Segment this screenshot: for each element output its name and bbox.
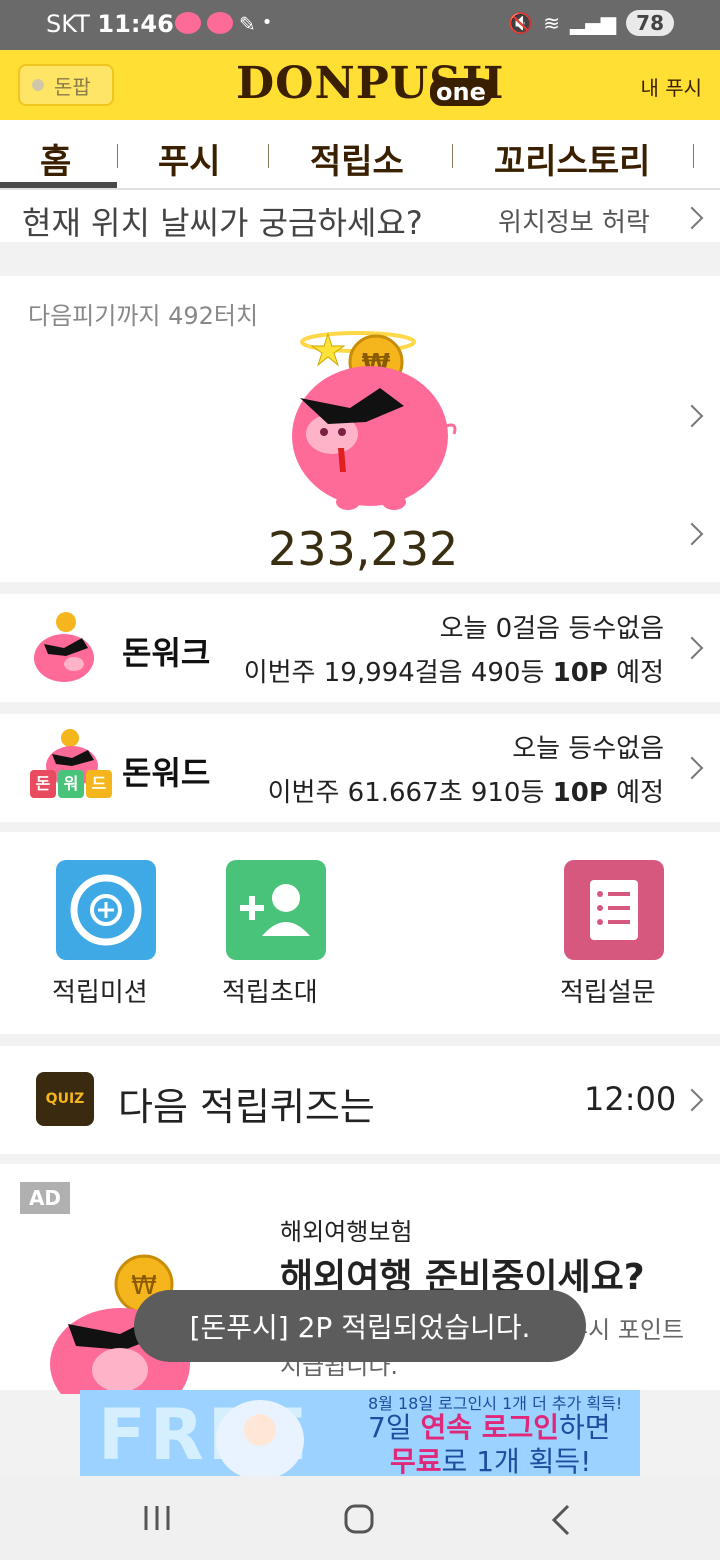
donpan-dot-icon <box>32 79 44 91</box>
tab-story[interactable]: 꼬리스토리 <box>494 134 650 183</box>
ad-badge: AD <box>20 1182 70 1214</box>
quiz-row[interactable]: QUIZ 다음 적립퀴즈는 12:00 <box>0 1046 720 1154</box>
banner-character-image <box>216 1400 304 1476</box>
next-piggy-text: 다음피기까지 492터치 <box>28 302 259 330</box>
app-header: 돈팝 DONPUSH one 내 푸시 <box>0 50 720 120</box>
donword-title: 돈워드 <box>122 754 211 792</box>
badge-deu: 드 <box>86 770 112 798</box>
mission-label: 적립미션 <box>52 978 148 1008</box>
list-icon <box>590 880 638 940</box>
my-push-button[interactable]: 내 푸시 <box>640 72 702 101</box>
location-permission-link[interactable]: 위치정보 허락 <box>498 202 650 239</box>
point-balance: 233,232 <box>268 522 459 576</box>
chevron-right-icon[interactable] <box>680 522 704 546</box>
promo-banner[interactable]: FREE 8월 18일 로그인시 1개 더 추가 획득! 7일 연속 로그인하면… <box>80 1390 640 1476</box>
donword-week-points: 10P <box>552 778 608 808</box>
mute-icon: 🔇 <box>508 11 534 35</box>
donwalk-pig-icon <box>34 612 94 682</box>
chevron-right-icon <box>680 1088 704 1112</box>
carrier-label: SKT <box>46 10 90 38</box>
badge-wo: 워 <box>58 770 84 798</box>
invite-button[interactable] <box>226 860 326 960</box>
status-bar: SKT 11:46 ✎ • 🔇 ≋ ▂▄▆ 78 <box>0 0 720 50</box>
donwalk-row[interactable]: 돈워크 오늘 0걸음 등수없음 이번주 19,994걸음 490등 10P 예정 <box>0 594 720 702</box>
clock: 11:46 <box>97 10 174 38</box>
donwalk-week-suffix: 예정 <box>607 658 664 688</box>
donwalk-week-text: 이번주 19,994걸음 490등 <box>243 658 553 688</box>
tab-divider <box>693 144 694 168</box>
chevron-right-icon <box>680 636 704 660</box>
survey-button[interactable] <box>564 860 664 960</box>
donword-row[interactable]: 돈 워 드 돈워드 오늘 등수없음 이번주 61.667초 910등 10P 예… <box>0 714 720 822</box>
tab-push[interactable]: 푸시 <box>158 134 221 183</box>
donwalk-today: 오늘 0걸음 등수없음 <box>439 614 664 644</box>
donword-week-suffix: 예정 <box>607 778 664 808</box>
wifi-icon: ≋ <box>543 11 560 35</box>
chevron-right-icon <box>680 206 704 230</box>
main-tabs: 홈 푸시 적립소 꼬리스토리 <box>0 120 720 190</box>
recent-apps-icon[interactable] <box>142 1504 174 1532</box>
donword-today: 오늘 등수없음 <box>512 734 664 764</box>
tab-divider <box>117 144 118 168</box>
logo-one-badge: one <box>430 78 492 106</box>
piggy-card[interactable]: 다음피기까지 492터치 ₩ 233,232 <box>0 276 720 582</box>
weather-location-row[interactable]: 현재 위치 날씨가 궁금하세요? 위치정보 허락 <box>0 190 720 242</box>
toast-message: [돈푸시] 2P 적립되었습니다. <box>134 1290 586 1362</box>
ad-category: 해외여행보험 <box>280 1218 413 1246</box>
tab-earn[interactable]: 적립소 <box>310 134 404 183</box>
signal-icon: ▂▄▆ <box>570 11 617 35</box>
donwalk-title: 돈워크 <box>122 634 211 672</box>
donword-week-text: 이번주 61.667초 910등 <box>267 778 553 808</box>
chevron-right-icon <box>680 756 704 780</box>
app-notification-icon: ✎ <box>239 12 256 36</box>
mission-button[interactable] <box>56 860 156 960</box>
survey-label: 적립설문 <box>560 978 656 1008</box>
tab-divider <box>452 144 453 168</box>
status-left: SKT 11:46 <box>46 10 174 38</box>
pig-notification-icon <box>175 12 201 34</box>
status-right: 🔇 ≋ ▂▄▆ 78 <box>508 10 674 36</box>
quiz-title: 다음 적립퀴즈는 <box>118 1085 375 1129</box>
notification-icons: ✎ • <box>175 12 272 36</box>
target-icon <box>70 874 142 946</box>
tab-home[interactable]: 홈 <box>40 134 71 183</box>
earn-actions: 적립미션 적립초대 적립설문 <box>0 832 720 1034</box>
banner-line3: 무료로 1개 획득! <box>390 1440 591 1476</box>
weather-question: 현재 위치 날씨가 궁금하세요? <box>22 204 423 242</box>
banner-line3-b: 로 1개 획득! <box>441 1445 592 1476</box>
more-notifications-dot: • <box>261 12 273 33</box>
home-icon[interactable] <box>342 1502 378 1538</box>
donwalk-week: 이번주 19,994걸음 490등 10P 예정 <box>244 652 664 689</box>
battery-indicator: 78 <box>626 10 674 36</box>
invite-label: 적립초대 <box>222 978 318 1008</box>
badge-don: 돈 <box>30 770 56 798</box>
donpan-label: 돈팝 <box>54 74 91 99</box>
add-person-icon <box>240 884 310 936</box>
donwalk-week-points: 10P <box>552 658 608 688</box>
chevron-right-icon[interactable] <box>680 404 704 428</box>
pig-notification-icon-2 <box>207 12 233 34</box>
donword-week: 이번주 61.667초 910등 10P 예정 <box>268 772 664 809</box>
donpan-button[interactable]: 돈팝 <box>18 64 114 106</box>
piggy-character-icon[interactable]: ₩ <box>270 326 470 526</box>
donword-badges: 돈 워 드 <box>30 770 112 798</box>
back-icon[interactable] <box>550 1502 574 1538</box>
active-tab-indicator <box>0 182 117 188</box>
quiz-time: 12:00 <box>584 1080 677 1118</box>
tab-divider <box>268 144 269 168</box>
quiz-puzzle-icon: QUIZ <box>36 1072 94 1126</box>
system-nav-bar <box>0 1476 720 1560</box>
banner-line3-a: 무료 <box>390 1445 442 1476</box>
